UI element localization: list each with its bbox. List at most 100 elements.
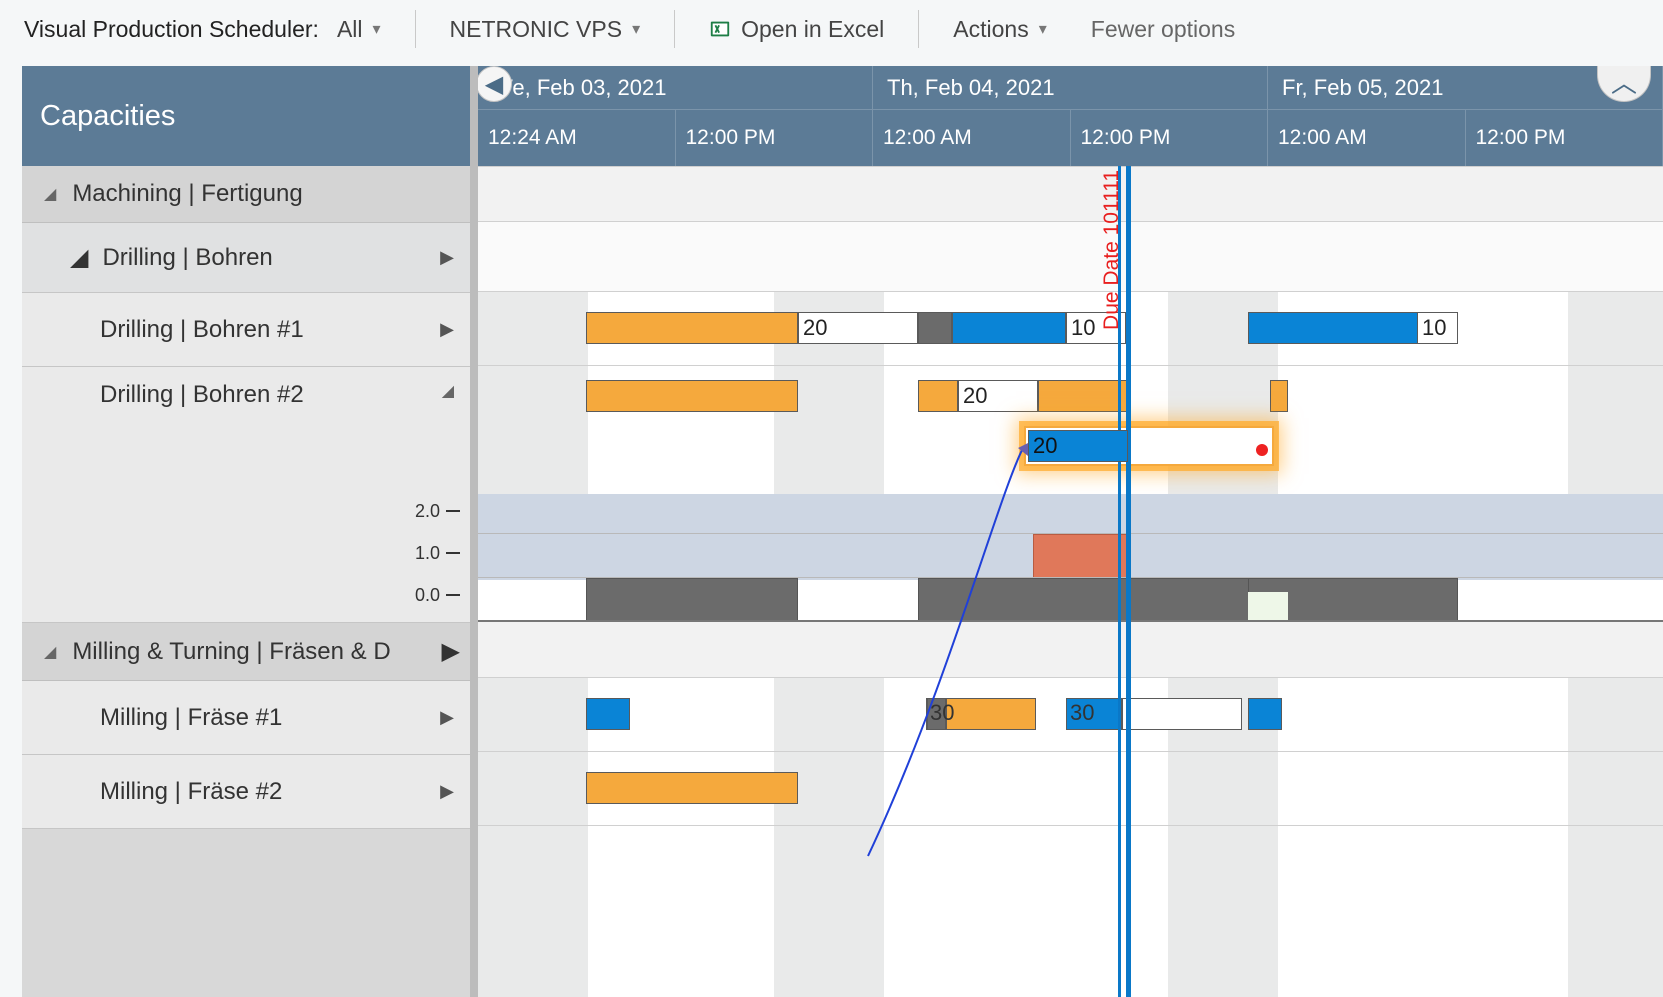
axis-tick: 2.0 xyxy=(415,491,440,531)
fewer-options[interactable]: Fewer options xyxy=(1091,16,1235,43)
task-bar[interactable] xyxy=(918,312,952,344)
app-title: Visual Production Scheduler: xyxy=(24,16,319,43)
task-bar[interactable] xyxy=(586,698,630,730)
task-label: 20 xyxy=(803,315,827,341)
fewer-label: Fewer options xyxy=(1091,16,1235,43)
group-milling[interactable]: ◢ Milling & Turning | Fräsen & D ▶ xyxy=(22,623,470,681)
row-milling-1[interactable]: Milling | Fräse #1 ▶ xyxy=(22,681,470,755)
timeline-header: We, Feb 03, 2021 Th, Feb 04, 2021 Fr, Fe… xyxy=(478,66,1663,166)
scroll-left-button[interactable]: ◀ xyxy=(476,66,512,102)
task-bar[interactable] xyxy=(586,380,798,412)
day-header: Th, Feb 04, 2021 xyxy=(873,66,1268,109)
load-bar xyxy=(918,578,1278,622)
actions-label: Actions xyxy=(953,16,1028,43)
collapse-icon: ◢ xyxy=(44,184,56,204)
hour-header: 12:00 PM xyxy=(1071,110,1269,166)
lane-drilling-1[interactable]: 20 10 10 xyxy=(478,292,1663,366)
separator xyxy=(674,10,675,48)
timeline[interactable]: ◀ ︿ We, Feb 03, 2021 Th, Feb 04, 2021 Fr… xyxy=(470,66,1663,997)
lane-milling-group xyxy=(478,622,1663,678)
row-label: Drilling | Bohren #2 xyxy=(100,381,304,409)
group-label: Milling & Turning | Fräsen & D xyxy=(72,638,427,666)
separator xyxy=(415,10,416,48)
chevron-down-icon: ▾ xyxy=(632,19,640,39)
collapse-icon: ◢ xyxy=(44,642,56,662)
conflict-dot-icon xyxy=(1256,444,1268,456)
open-excel-label: Open in Excel xyxy=(741,16,884,43)
overload-bar xyxy=(1033,534,1128,578)
actions-menu[interactable]: Actions ▾ xyxy=(953,16,1046,43)
task-bar[interactable] xyxy=(1248,698,1282,730)
task-label: 20 xyxy=(1033,433,1057,459)
lane-spacer xyxy=(478,166,1663,222)
task-label: 30 xyxy=(930,700,954,726)
chevron-down-icon: ▾ xyxy=(1039,19,1047,39)
capacity-axis: 2.0 1.0 0.0 xyxy=(415,490,460,616)
task-label: 20 xyxy=(963,383,987,409)
task-label: 10 xyxy=(1071,315,1095,341)
task-bar[interactable] xyxy=(952,312,1066,344)
collapse-icon: ◢ xyxy=(442,381,454,409)
hour-header: 12:00 PM xyxy=(676,110,874,166)
timeline-body: .vline-blue{left:650px;} Due Date 101111… xyxy=(478,166,1663,997)
task-bar[interactable] xyxy=(1270,380,1288,412)
lane-drilling-2[interactable]: 20 20 xyxy=(478,366,1663,622)
separator xyxy=(918,10,919,48)
task-bar[interactable] xyxy=(586,312,798,344)
filter-all[interactable]: All ▾ xyxy=(337,16,381,43)
main: Capacities ◢ Machining | Fertigung ◢ Dri… xyxy=(0,66,1663,997)
row-label: Milling | Fräse #1 xyxy=(100,704,282,732)
axis-tick: 1.0 xyxy=(415,533,440,573)
due-date-line xyxy=(1126,166,1129,997)
group-label: Machining | Fertigung xyxy=(72,180,302,208)
row-drilling-2[interactable]: Drilling | Bohren #2 ◢ 2.0 1.0 0.0 xyxy=(22,367,470,623)
load-bar xyxy=(586,578,798,622)
chevron-right-icon: ▶ xyxy=(442,637,460,666)
sidebar: Capacities ◢ Machining | Fertigung ◢ Dri… xyxy=(22,66,470,997)
hour-header: 12:00 AM xyxy=(873,110,1071,166)
load-bar xyxy=(1248,592,1288,622)
task-label: 30 xyxy=(1070,700,1094,726)
lane-milling-1[interactable]: 30 30 xyxy=(478,678,1663,752)
task-bar[interactable] xyxy=(918,380,958,412)
axis-tick: 0.0 xyxy=(415,575,440,615)
toolbar: Visual Production Scheduler: All ▾ NETRO… xyxy=(0,0,1663,66)
task-bar[interactable] xyxy=(1038,380,1128,412)
hour-header: 12:24 AM xyxy=(478,110,676,166)
row-drilling-1[interactable]: Drilling | Bohren #1 ▶ xyxy=(22,293,470,367)
due-date-label: Due Date 101111 xyxy=(1100,170,1124,330)
task-bar[interactable] xyxy=(946,698,1036,730)
row-label: Drilling | Bohren xyxy=(102,244,272,272)
hour-header: 12:00 PM xyxy=(1466,110,1663,166)
row-milling-2[interactable]: Milling | Fräse #2 ▶ xyxy=(22,755,470,829)
day-header: We, Feb 03, 2021 xyxy=(478,66,873,109)
task-bar-selected[interactable]: 20 xyxy=(1028,430,1128,462)
task-bar[interactable] xyxy=(1248,312,1418,344)
product-menu[interactable]: NETRONIC VPS ▾ xyxy=(450,16,641,43)
capacity-chart xyxy=(478,494,1663,622)
task-bar[interactable]: 20 xyxy=(958,380,1038,412)
task-label: 10 xyxy=(1422,315,1446,341)
sidebar-header: Capacities xyxy=(22,66,470,166)
task-bar[interactable] xyxy=(586,772,798,804)
task-bar[interactable]: 20 xyxy=(798,312,918,344)
task-bar[interactable] xyxy=(1122,698,1242,730)
filter-label: All xyxy=(337,16,363,43)
lane-drilling-group xyxy=(478,222,1663,292)
chevron-down-icon: ▾ xyxy=(373,19,381,39)
open-in-excel[interactable]: Open in Excel xyxy=(709,16,884,43)
group-machining[interactable]: ◢ Machining | Fertigung xyxy=(22,166,470,223)
row-drilling[interactable]: ◢ Drilling | Bohren ▶ xyxy=(22,223,470,293)
chevron-right-icon: ▶ xyxy=(440,247,454,268)
collapse-icon: ◢ xyxy=(70,243,88,272)
chevron-right-icon: ▶ xyxy=(440,707,454,728)
product-label: NETRONIC VPS xyxy=(450,16,623,43)
row-label: Drilling | Bohren #1 xyxy=(100,316,304,344)
excel-icon xyxy=(709,18,731,40)
task-bar[interactable]: 10 xyxy=(1418,312,1458,344)
chevron-right-icon: ▶ xyxy=(440,319,454,340)
hour-header: 12:00 AM xyxy=(1268,110,1466,166)
row-label: Milling | Fräse #2 xyxy=(100,778,282,806)
chevron-right-icon: ▶ xyxy=(440,781,454,802)
lane-milling-2[interactable] xyxy=(478,752,1663,826)
